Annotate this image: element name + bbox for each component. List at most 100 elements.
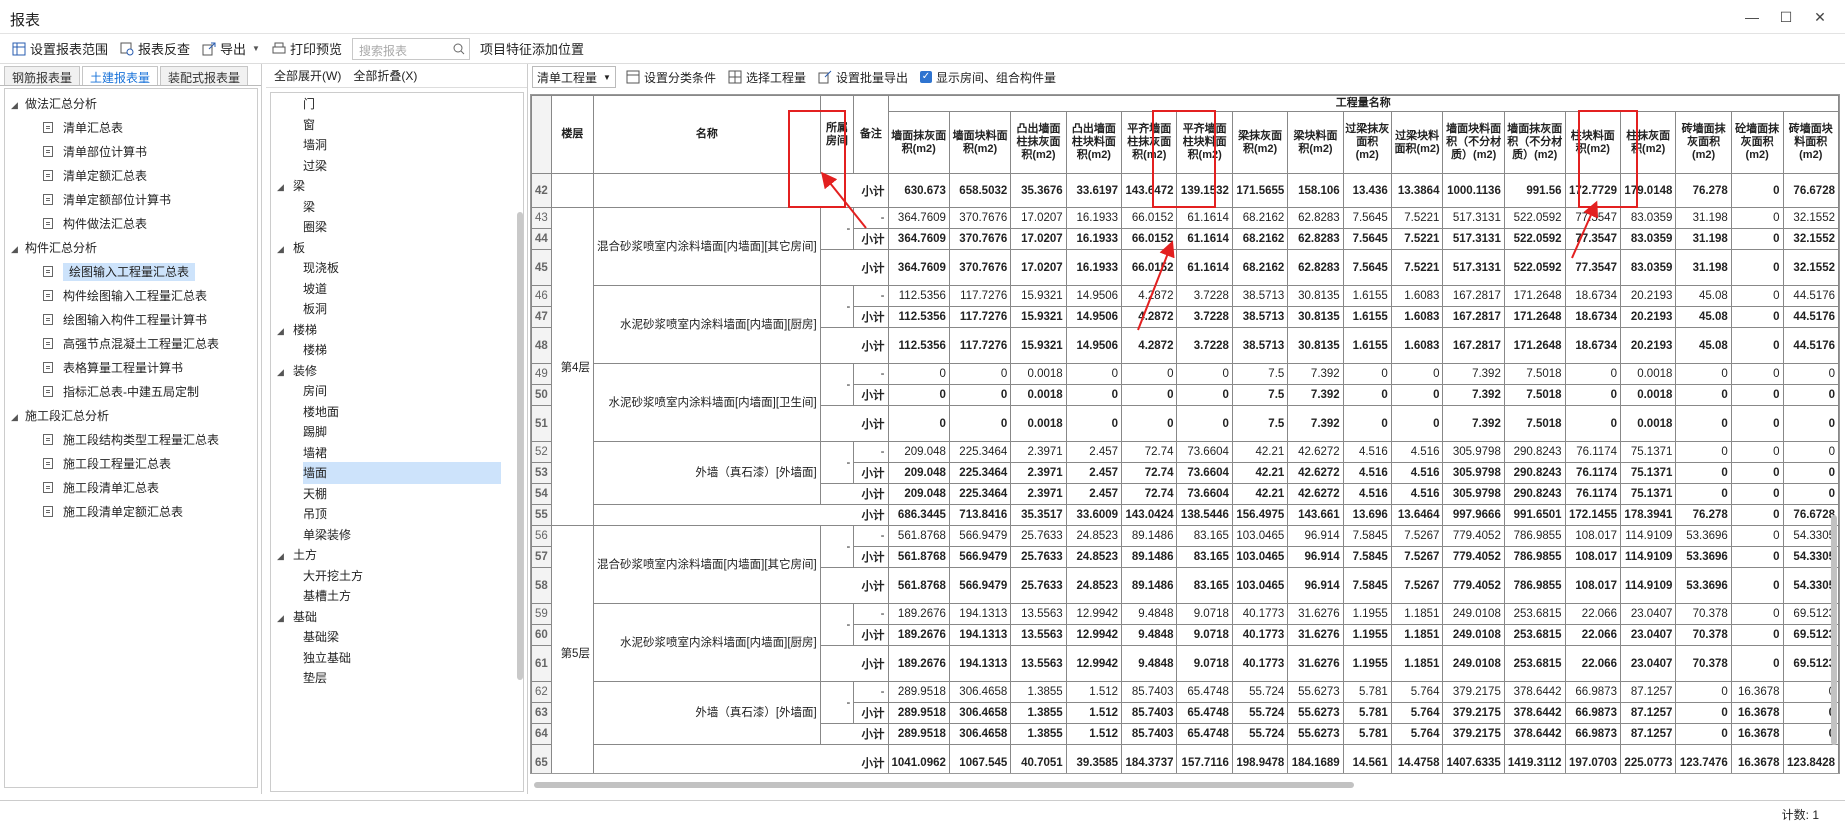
data-cell[interactable]: 379.2175 [1442,723,1505,745]
component-item[interactable]: 窗 [303,114,315,136]
data-cell[interactable]: 25.7633 [1010,525,1067,547]
component-item[interactable]: 基础梁 [303,626,339,648]
data-cell[interactable]: 70.378 [1675,645,1732,682]
data-cell[interactable]: 112.5356 [887,285,950,307]
data-cell[interactable]: 305.9798 [1442,483,1505,505]
data-cell[interactable]: 1000.1136 [1442,173,1505,208]
data-cell[interactable]: 76.1174 [1564,483,1621,505]
data-cell[interactable]: 1.3855 [1010,702,1067,724]
data-cell[interactable]: 76.278 [1675,173,1732,208]
data-cell[interactable]: 76.278 [1675,504,1732,526]
data-cell[interactable]: 7.5267 [1390,546,1444,568]
data-cell[interactable]: 96.914 [1287,567,1344,604]
data-cell[interactable]: 209.048 [887,462,950,484]
data-cell[interactable]: 306.4658 [948,702,1012,724]
data-cell[interactable]: 16.3678 [1730,681,1784,703]
data-cell[interactable]: 4.516 [1390,483,1444,505]
data-cell[interactable]: 103.0465 [1231,546,1289,568]
data-cell[interactable]: 13.5563 [1010,624,1067,646]
data-cell[interactable]: 2.457 [1065,483,1123,505]
data-cell[interactable]: 178.3941 [1619,504,1677,526]
data-cell[interactable]: 0.0018 [1010,363,1067,385]
data-cell[interactable]: 0 [1730,384,1784,406]
data-cell[interactable]: 14.9506 [1065,285,1123,307]
data-cell[interactable]: 0 [1730,228,1784,250]
data-cell[interactable]: 198.9478 [1231,744,1289,773]
data-cell[interactable]: 0 [1176,363,1233,385]
data-cell[interactable]: 61.1614 [1176,228,1233,250]
data-cell[interactable]: 249.0108 [1442,603,1505,625]
column-header[interactable]: 墙面抹灰面积(m2) [887,111,950,174]
data-cell[interactable]: 0 [1065,363,1123,385]
data-cell[interactable]: 0 [1390,384,1444,406]
data-cell[interactable]: 0 [948,384,1012,406]
data-cell[interactable]: 0 [1730,306,1784,328]
data-cell[interactable]: 70.378 [1675,624,1732,646]
grid-horizontal-scrollbar[interactable] [534,782,1354,788]
data-cell[interactable]: 225.3464 [948,441,1012,463]
data-cell[interactable]: 9.0718 [1176,645,1233,682]
floor-cell[interactable]: 第4层 [550,207,594,526]
data-cell[interactable]: 378.6442 [1503,723,1566,745]
data-cell[interactable]: 686.3445 [887,504,950,526]
data-cell[interactable]: 143.6472 [1121,173,1178,208]
component-name-cell[interactable]: 水泥砂浆喷室内涂料墙面[内墙面][卫生间] [592,363,821,442]
data-cell[interactable]: 364.7609 [887,249,950,286]
data-cell[interactable]: 42.21 [1231,441,1289,463]
data-cell[interactable]: 0 [1342,405,1392,442]
data-cell[interactable]: 370.7676 [948,207,1012,229]
column-header[interactable]: 墙面块料面积(m2) [948,111,1012,174]
tree-item[interactable]: 表格算量工程量计算书 [43,357,183,379]
data-cell[interactable]: 253.6815 [1503,645,1566,682]
data-cell[interactable]: 85.7403 [1121,723,1178,745]
data-cell[interactable]: 194.1313 [948,645,1012,682]
data-cell[interactable]: 7.5645 [1342,207,1392,229]
data-cell[interactable]: 1.512 [1065,681,1123,703]
data-cell[interactable]: 61.1614 [1176,207,1233,229]
column-header[interactable]: 砖墙面抹灰面积(m2) [1675,111,1732,174]
data-cell[interactable]: 13.436 [1342,173,1392,208]
data-cell[interactable]: 16.1933 [1065,249,1123,286]
data-cell[interactable]: 83.165 [1176,546,1233,568]
data-cell[interactable]: 139.1532 [1176,173,1233,208]
data-cell[interactable]: 68.2162 [1231,207,1289,229]
data-cell[interactable]: 0 [887,363,950,385]
data-cell[interactable]: 1.6083 [1390,306,1444,328]
data-cell[interactable]: 7.5018 [1503,363,1566,385]
data-cell[interactable]: 20.2193 [1619,327,1677,364]
data-cell[interactable]: 33.6197 [1065,173,1123,208]
data-cell[interactable]: 117.7276 [948,285,1012,307]
data-cell[interactable]: 0 [1675,702,1732,724]
data-cell[interactable]: 566.9479 [948,546,1012,568]
data-cell[interactable]: 517.3131 [1442,207,1505,229]
component-item[interactable]: 房间 [303,380,327,402]
data-cell[interactable]: 1.1851 [1390,603,1444,625]
data-cell[interactable]: 0 [1782,363,1839,385]
data-cell[interactable]: 38.5713 [1231,285,1289,307]
data-cell[interactable]: 42.6272 [1287,483,1344,505]
data-cell[interactable]: 630.673 [887,173,950,208]
data-cell[interactable]: 991.6501 [1503,504,1566,526]
data-cell[interactable]: 65.4748 [1176,702,1233,724]
data-cell[interactable]: 379.2175 [1442,681,1505,703]
data-cell[interactable]: 55.724 [1231,702,1289,724]
tab-civil[interactable]: 土建报表量 [82,66,159,85]
tree-item[interactable]: 构件做法汇总表 [43,213,147,235]
data-cell[interactable]: 14.561 [1342,744,1392,773]
data-cell[interactable]: 22.066 [1564,624,1621,646]
data-cell[interactable]: 779.4052 [1442,546,1505,568]
data-cell[interactable]: 53.3696 [1675,525,1732,547]
column-header[interactable]: 凸出墙面柱块料面积(m2) [1065,111,1123,174]
data-cell[interactable]: 517.3131 [1442,228,1505,250]
data-cell[interactable]: 24.8523 [1065,567,1123,604]
data-cell[interactable]: 0 [948,363,1012,385]
data-cell[interactable]: 73.6604 [1176,462,1233,484]
data-cell[interactable]: 0 [1730,441,1784,463]
data-cell[interactable]: 15.9321 [1010,306,1067,328]
data-cell[interactable]: 13.5563 [1010,645,1067,682]
data-cell[interactable]: 1.3855 [1010,681,1067,703]
component-item[interactable]: 坡道 [303,278,327,300]
column-header[interactable]: 柱块料面积(m2) [1564,111,1621,174]
data-cell[interactable]: 75.1371 [1619,441,1677,463]
data-cell[interactable]: 249.0108 [1442,645,1505,682]
